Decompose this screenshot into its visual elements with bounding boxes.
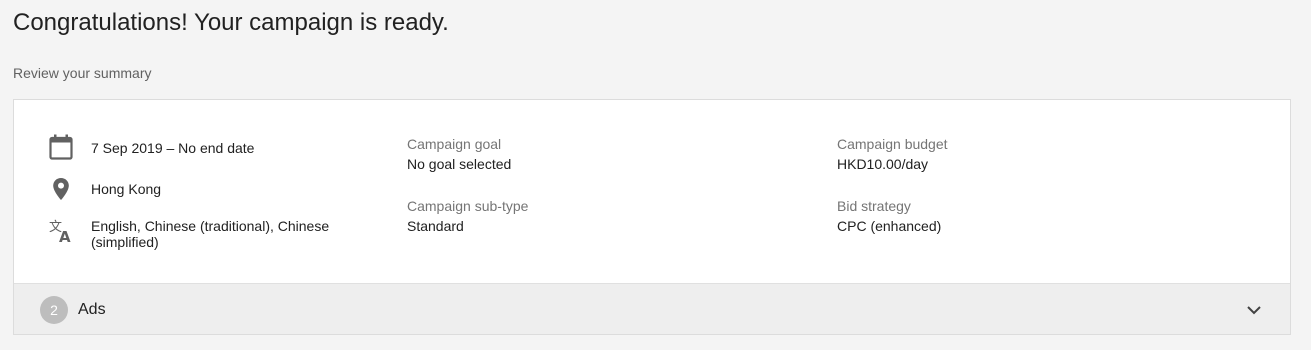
page-title: Congratulations! Your campaign is ready.: [13, 9, 449, 36]
page: Congratulations! Your campaign is ready.…: [0, 0, 1311, 350]
campaign-goal-field: Campaign goal No goal selected: [407, 135, 511, 173]
campaign-subtype-label: Campaign sub-type: [407, 198, 529, 214]
bid-strategy-value: CPC (enhanced): [837, 218, 942, 234]
location-text: Hong Kong: [91, 181, 162, 197]
campaign-goal-label: Campaign goal: [407, 136, 502, 152]
campaign-subtype-value: Standard: [407, 218, 464, 234]
step-number-badge: 2: [40, 296, 68, 324]
campaign-budget-value: HKD10.00/day: [837, 156, 929, 172]
chevron-down-icon[interactable]: [1244, 300, 1264, 320]
campaign-subtype-field: Campaign sub-type Standard: [407, 197, 528, 235]
campaign-goal-value: No goal selected: [407, 156, 512, 172]
languages-text: English, Chinese (traditional), Chinese …: [91, 218, 330, 250]
bid-strategy-label: Bid strategy: [837, 198, 911, 214]
svg-text:A: A: [59, 228, 71, 244]
campaign-budget-field: Campaign budget HKD10.00/day: [837, 135, 948, 173]
calendar-icon: [48, 134, 74, 160]
ads-section-label: Ads: [78, 301, 106, 318]
page-subtitle: Review your summary: [13, 65, 152, 81]
bid-strategy-field: Bid strategy CPC (enhanced): [837, 197, 941, 235]
translate-icon: 文 A: [48, 218, 74, 244]
location-pin-icon: [48, 176, 74, 202]
schedule-text: 7 Sep 2019 – No end date: [91, 140, 255, 156]
location-row: Hong Kong: [48, 176, 161, 202]
campaign-budget-label: Campaign budget: [837, 136, 948, 152]
ads-section-header[interactable]: 2 Ads: [14, 283, 1290, 334]
schedule-row: 7 Sep 2019 – No end date: [48, 134, 254, 160]
summary-card: 7 Sep 2019 – No end date Hong Kong 文 A E…: [13, 99, 1291, 335]
languages-row: 文 A English, Chinese (traditional), Chin…: [48, 218, 329, 250]
